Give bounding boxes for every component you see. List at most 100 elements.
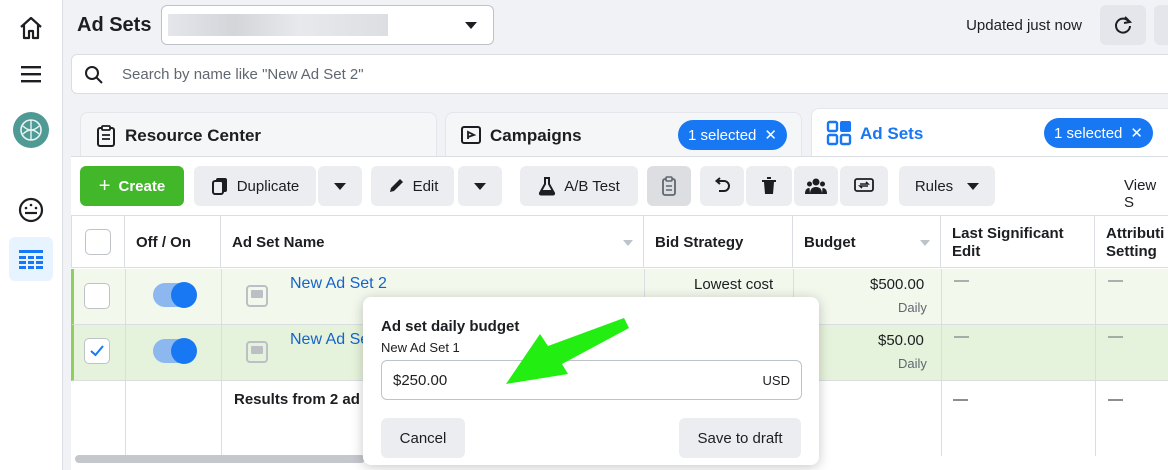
ab-test-label: A/B Test <box>564 177 620 195</box>
edit-label: Edit <box>412 177 439 195</box>
chevron-down-icon <box>474 182 486 190</box>
row-checkbox-checked[interactable] <box>84 338 110 364</box>
column-header-off-on[interactable]: Off / On <box>125 215 221 268</box>
column-divider <box>221 269 222 456</box>
swap-icon <box>854 178 874 192</box>
home-icon[interactable] <box>9 6 53 50</box>
ad-sets-grid-icon <box>826 120 852 146</box>
cancel-button[interactable]: Cancel <box>381 418 465 458</box>
duplicate-dropdown-button[interactable] <box>318 166 362 206</box>
horizontal-scrollbar[interactable] <box>75 455 365 463</box>
close-icon[interactable]: ✕ <box>764 126 777 144</box>
on-off-toggle[interactable] <box>153 282 197 308</box>
popover-title: Ad set daily budget <box>381 318 520 335</box>
clipboard-icon <box>662 176 676 196</box>
duplicate-icon <box>211 178 227 195</box>
attribution-value: — <box>1108 328 1123 345</box>
update-status: Updated just now <box>966 17 1082 34</box>
clipboard-icon <box>95 124 117 148</box>
duplicate-label: Duplicate <box>236 177 300 195</box>
search-bar[interactable]: Search by name like "New Ad Set 2" <box>71 54 1168 94</box>
column-header-bid-strategy[interactable]: Bid Strategy <box>644 215 793 268</box>
trash-icon <box>762 177 776 194</box>
currency-label: USD <box>762 373 790 388</box>
plus-icon: + <box>98 174 111 197</box>
audience-button[interactable] <box>794 166 838 206</box>
rules-button[interactable]: Rules <box>899 166 995 206</box>
more-options-button[interactable] <box>1154 5 1168 45</box>
folder-flag-icon <box>460 124 482 146</box>
column-title: Attributi Setting <box>1106 225 1165 260</box>
chevron-down-icon <box>334 182 346 190</box>
ab-test-button[interactable]: A/B Test <box>520 166 638 206</box>
on-off-toggle[interactable] <box>153 338 197 364</box>
column-title: Budget <box>804 234 856 251</box>
ad-set-icon <box>246 285 268 307</box>
create-button[interactable]: + Create <box>80 166 184 206</box>
rules-label: Rules <box>914 177 954 195</box>
undo-button[interactable] <box>700 166 744 206</box>
selection-count: 1 selected <box>688 126 757 144</box>
chevron-down-icon <box>967 182 980 190</box>
tab-label: Ad Sets <box>860 124 924 143</box>
clipboard-button[interactable] <box>647 166 691 206</box>
column-divider <box>1095 269 1096 456</box>
pencil-icon <box>389 179 403 192</box>
budget-value[interactable]: $500.00 <box>870 276 924 293</box>
chevron-down-icon <box>465 22 477 29</box>
annotation-arrow-icon <box>506 318 629 384</box>
attribution-value: — <box>1108 272 1123 289</box>
close-icon[interactable]: ✕ <box>1130 124 1143 142</box>
edit-dropdown-button[interactable] <box>458 166 502 206</box>
summary-last-edit: — <box>953 391 968 408</box>
bid-strategy-value: Lowest cost <box>694 276 774 293</box>
column-header-last-significant-edit[interactable]: Last Significant Edit <box>941 215 1095 268</box>
column-header-attribution-setting[interactable]: Attributi Setting <box>1095 215 1168 268</box>
ad-sets-selection-badge[interactable]: 1 selected ✕ <box>1044 118 1153 148</box>
column-header-ad-set-name[interactable]: Ad Set Name <box>221 215 644 268</box>
summary-attribution: — <box>1108 391 1123 408</box>
column-title: Last Significant Edit <box>952 225 1064 260</box>
ads-manager-table-icon[interactable] <box>9 237 53 281</box>
compare-button[interactable] <box>840 166 888 206</box>
refresh-button[interactable] <box>1100 5 1146 45</box>
ad-account-dropdown[interactable] <box>161 5 494 45</box>
search-input[interactable]: Search by name like "New Ad Set 2" <box>122 66 364 83</box>
redacted-account-name <box>168 14 388 36</box>
budget-input-value: $250.00 <box>393 372 448 389</box>
row-checkbox[interactable] <box>84 283 110 309</box>
search-icon <box>84 65 104 85</box>
edit-button[interactable]: Edit <box>371 166 454 206</box>
budget-value[interactable]: $50.00 <box>878 332 924 349</box>
page-title: Ad Sets <box>77 14 152 36</box>
save-to-draft-button[interactable]: Save to draft <box>679 418 801 458</box>
select-all-checkbox[interactable] <box>85 229 111 255</box>
last-edit-value: — <box>954 272 969 289</box>
ad-set-name-link[interactable]: New Ad Set 2 <box>290 275 387 293</box>
column-header-budget[interactable]: Budget <box>793 215 941 268</box>
popover-subtitle: New Ad Set 1 <box>381 340 460 355</box>
account-avatar[interactable] <box>9 108 53 152</box>
selection-count: 1 selected <box>1054 124 1123 142</box>
ad-set-name-link[interactable]: New Ad Se <box>290 331 369 349</box>
delete-button[interactable] <box>746 166 792 206</box>
menu-icon[interactable] <box>9 52 53 96</box>
left-nav-rail <box>0 0 63 470</box>
select-all-column <box>71 215 125 268</box>
view-setup-link[interactable]: View S <box>1124 177 1168 211</box>
sort-icon <box>920 240 930 246</box>
flask-icon <box>539 177 556 196</box>
checkmark-icon <box>90 345 104 357</box>
tab-label: Campaigns <box>490 126 582 145</box>
people-icon <box>805 178 827 194</box>
performance-dashboard-icon[interactable] <box>9 188 53 232</box>
last-edit-value: — <box>954 328 969 345</box>
column-divider <box>125 269 126 456</box>
campaigns-selection-badge[interactable]: 1 selected ✕ <box>678 120 787 150</box>
tab-label: Resource Center <box>125 126 262 145</box>
duplicate-button[interactable]: Duplicate <box>194 166 316 206</box>
column-title: Bid Strategy <box>655 234 744 251</box>
column-title: Ad Set Name <box>232 234 325 251</box>
undo-icon <box>714 177 730 192</box>
sort-icon <box>623 240 633 246</box>
